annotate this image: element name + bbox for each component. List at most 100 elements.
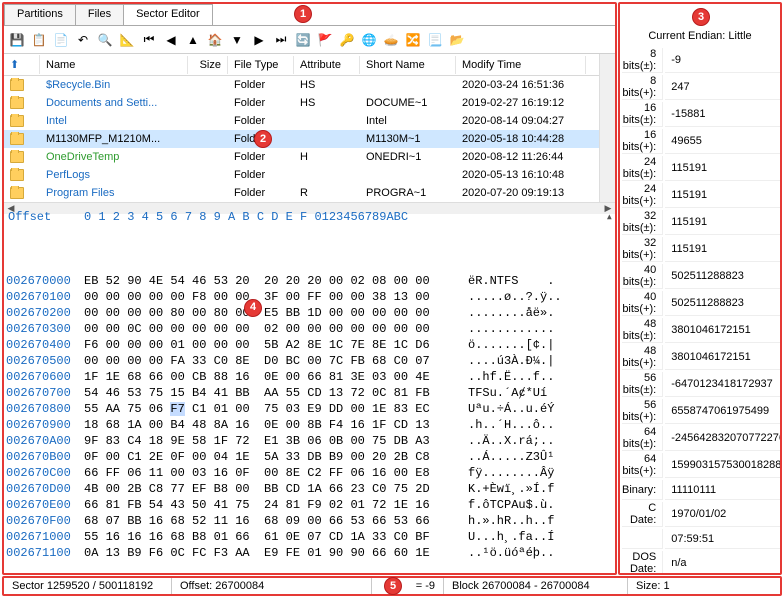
table-row[interactable]: PerfLogsFolder2020-05-13 16:10:48 xyxy=(4,166,599,184)
nav-fwd-icon[interactable]: ▶ xyxy=(250,31,268,49)
copy-icon[interactable]: 📋 xyxy=(30,31,48,49)
marker-3: 3 xyxy=(692,8,710,26)
status-block: Block 26700084 - 26700084 xyxy=(444,578,628,594)
tab-files[interactable]: Files xyxy=(75,4,124,25)
goto-icon[interactable]: 📐 xyxy=(118,31,136,49)
inspector-key xyxy=(622,529,663,549)
marker-4: 4 xyxy=(244,299,262,317)
save-icon[interactable]: 💾 xyxy=(8,31,26,49)
col-short[interactable]: Short Name xyxy=(360,56,456,74)
col-attr[interactable]: Attribute xyxy=(294,56,360,74)
hex-row[interactable]: 002670400F6 00 00 00 01 00 00 00 5B A2 8… xyxy=(4,337,615,353)
inspector-key: 8 bits(+): xyxy=(622,75,663,100)
col-size[interactable]: Size xyxy=(188,56,228,74)
hex-row[interactable]: 002670F0068 07 BB 16 68 52 11 16 68 09 0… xyxy=(4,513,615,529)
search-icon[interactable]: 🔍 xyxy=(96,31,114,49)
file-vscroll[interactable] xyxy=(599,54,615,202)
inspector-key: 16 bits(+): xyxy=(622,129,663,154)
hex-row[interactable]: 00267010000 00 00 00 00 F8 00 00 3F 00 F… xyxy=(4,289,615,305)
hex-ascii: K.+Èwï¸.»Í.f xyxy=(468,481,613,497)
nav-last-icon[interactable]: ⏭ xyxy=(272,31,290,49)
cell-time: 2020-08-14 09:04:27 xyxy=(456,114,586,128)
inspector-val: 502511288823 xyxy=(665,291,782,316)
hex-row[interactable]: 002670D004B 00 2B C8 77 EF B8 00 BB CD 1… xyxy=(4,481,615,497)
table-row[interactable]: Documents and Setti...FolderHSDOCUME~120… xyxy=(4,94,599,112)
hex-addr: 002670000 xyxy=(6,273,84,289)
hex-row[interactable]: 00267020000 00 00 00 80 00 80 00 E5 BB 1… xyxy=(4,305,615,321)
flag-icon[interactable]: 🚩 xyxy=(316,31,334,49)
hex-addr: 002670C00 xyxy=(6,465,84,481)
hex-row[interactable]: 002670E0066 81 FB 54 43 50 41 75 24 81 F… xyxy=(4,497,615,513)
hex-row[interactable]: 0026711000A 13 B9 F6 0C FC F3 AA E9 FE 0… xyxy=(4,545,615,561)
col-name[interactable]: Name xyxy=(40,56,188,74)
cell-time: 2020-05-13 16:10:48 xyxy=(456,168,586,182)
cell-type: Folder xyxy=(228,114,294,128)
inspector-row: 8 bits(+):247 xyxy=(622,75,782,100)
inspector-val: 1970/01/02 xyxy=(665,502,782,527)
hex-row[interactable]: 00267050000 00 00 00 FA 33 C0 8E D0 BC 0… xyxy=(4,353,615,369)
key-icon[interactable]: 🔑 xyxy=(338,31,356,49)
nav-home-icon[interactable]: 🏠 xyxy=(206,31,224,49)
nav-down-icon[interactable]: ▼ xyxy=(228,31,246,49)
cell-size xyxy=(188,84,228,86)
hex-ascii: h.».hR..h..f xyxy=(468,513,613,529)
up-arrow-icon[interactable]: ⬆ xyxy=(4,55,40,74)
pie-icon[interactable]: 🥧 xyxy=(382,31,400,49)
hex-body[interactable]: 4 002670000EB 52 90 4E 54 46 53 20 20 20… xyxy=(4,225,615,573)
folder-open-icon[interactable]: 📂 xyxy=(448,31,466,49)
paste-icon[interactable]: 📄 xyxy=(52,31,70,49)
cell-size xyxy=(188,120,228,122)
file-list-body[interactable]: 2 $Recycle.BinFolderHS2020-03-24 16:51:3… xyxy=(4,76,599,202)
cell-type: Folder xyxy=(228,186,294,200)
undo-icon[interactable]: ↶ xyxy=(74,31,92,49)
nav-up-icon[interactable]: ▲ xyxy=(184,31,202,49)
table-row[interactable]: $Recycle.BinFolderHS2020-03-24 16:51:36 xyxy=(4,76,599,94)
cell-short: DOCUME~1 xyxy=(360,96,456,110)
hex-row[interactable]: 00267030000 00 0C 00 00 00 00 00 02 00 0… xyxy=(4,321,615,337)
col-time[interactable]: Modify Time xyxy=(456,56,586,74)
hex-row[interactable]: 002670A009F 83 C4 18 9E 58 1F 72 E1 3B 0… xyxy=(4,433,615,449)
cell-attr xyxy=(294,138,360,140)
hex-addr: 002670D00 xyxy=(6,481,84,497)
nav-first-icon[interactable]: ⏮ xyxy=(140,31,158,49)
marker-5: 5 xyxy=(384,577,402,595)
hex-ascii: ............ xyxy=(468,321,613,337)
hex-ascii: ëR.NTFS . xyxy=(468,273,613,289)
status-size: Size: 1 xyxy=(628,578,780,594)
tab-sector-editor[interactable]: Sector Editor xyxy=(123,4,213,25)
swap-icon[interactable]: 🔀 xyxy=(404,31,422,49)
hex-row[interactable]: 00267070054 46 53 75 15 B4 41 BB AA 55 C… xyxy=(4,385,615,401)
cell-time: 2020-08-12 11:26:44 xyxy=(456,150,586,164)
hex-row[interactable]: 00267100055 16 16 16 68 B8 01 66 61 0E 0… xyxy=(4,529,615,545)
hex-row[interactable]: 002670B000F 00 C1 2E 0F 00 04 1E 5A 33 D… xyxy=(4,449,615,465)
hex-ascii: TFSu.´Aȼ*Uí xyxy=(468,385,613,401)
status-eq: = -9 xyxy=(372,578,444,594)
table-row[interactable]: M1130MFP_M1210M...FolderM1130M~12020-05-… xyxy=(4,130,599,148)
cell-short: ONEDRI~1 xyxy=(360,150,456,164)
hex-scroll-up-icon[interactable]: ▴ xyxy=(606,209,613,225)
hex-bytes: 00 00 00 00 FA 33 C0 8E D0 BC 00 7C FB 6… xyxy=(84,353,468,369)
cell-attr xyxy=(294,120,360,122)
globe-icon[interactable]: 🌐 xyxy=(360,31,378,49)
hex-row[interactable]: 0026706001F 1E 68 66 00 CB 88 16 0E 00 6… xyxy=(4,369,615,385)
cell-attr: HS xyxy=(294,96,360,110)
inspector-key: 40 bits(+): xyxy=(622,291,663,316)
col-type[interactable]: File Type xyxy=(228,56,294,74)
doc-icon[interactable]: 📃 xyxy=(426,31,444,49)
cell-short: Intel xyxy=(360,114,456,128)
tab-partitions[interactable]: Partitions xyxy=(4,4,76,25)
refresh-icon[interactable]: 🔄 xyxy=(294,31,312,49)
nav-back-icon[interactable]: ◀ xyxy=(162,31,180,49)
table-row[interactable]: IntelFolderIntel2020-08-14 09:04:27 xyxy=(4,112,599,130)
hex-row[interactable]: 002670000EB 52 90 4E 54 46 53 20 20 20 2… xyxy=(4,273,615,289)
hex-row[interactable]: 00267080055 AA 75 06 F7 C1 01 00 75 03 E… xyxy=(4,401,615,417)
table-row[interactable]: OneDriveTempFolderHONEDRI~12020-08-12 11… xyxy=(4,148,599,166)
cell-name: M1130MFP_M1210M... xyxy=(40,132,188,146)
inspector-row: 48 bits(±):3801046172151 xyxy=(622,318,782,343)
hex-row[interactable]: 00267090018 68 1A 00 B4 48 8A 16 0E 00 8… xyxy=(4,417,615,433)
table-row[interactable]: Program FilesFolderRPROGRA~12020-07-20 0… xyxy=(4,184,599,202)
hex-row[interactable]: 002670C0066 FF 06 11 00 03 16 0F 00 8E C… xyxy=(4,465,615,481)
hex-ascii: ..¹ö.üóªéþ.. xyxy=(468,545,613,561)
inspector-key: C Date: xyxy=(622,502,663,527)
inspector-key: 16 bits(±): xyxy=(622,102,663,127)
